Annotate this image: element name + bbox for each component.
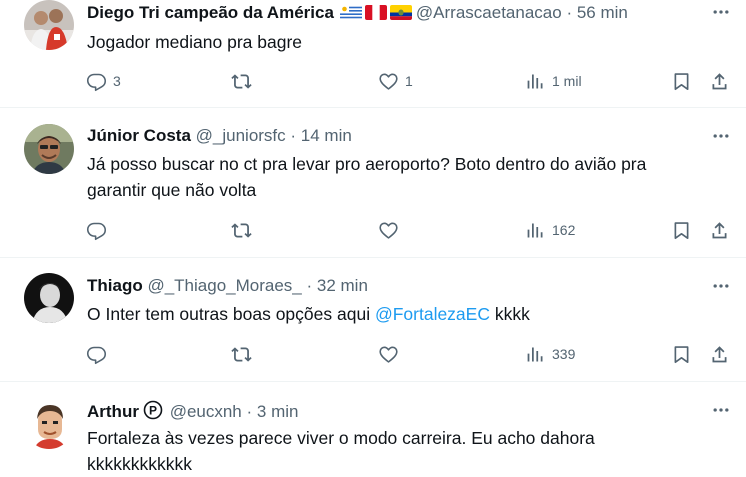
share-button[interactable] [709,218,730,242]
like-button[interactable]: 1 [378,69,413,93]
bookmark-icon [671,344,692,365]
premium-badge-icon: P [143,400,163,420]
tweet-text-segment: O Inter tem outras boas opções aqui [87,304,375,324]
mention-link[interactable]: @FortalezaEC [375,304,490,324]
tweet-text-segment: kkkk [489,304,530,324]
handle[interactable]: @_Thiago_Moraes_ [147,276,301,295]
tweet-header: Júnior Costa @_juniorsfc · 14 min [87,126,352,146]
peru-flag-icon [364,5,387,20]
retweet-icon [231,344,252,365]
handle[interactable]: @Arrascaetanacao [416,3,562,22]
like-icon [378,220,399,241]
like-count: 1 [405,73,413,89]
reply-tweet-2[interactable]: Júnior Costa @_juniorsfc · 14 min Já pos… [0,108,746,257]
more-icon[interactable] [709,126,733,146]
bookmark-icon [671,71,692,92]
timestamp[interactable]: 32 min [317,276,368,295]
flag-emojis [339,5,412,20]
reply-button[interactable]: 3 [86,69,121,93]
like-button[interactable] [378,342,399,366]
views-button[interactable]: 339 [525,342,575,366]
reply-icon [86,344,107,365]
reply-tweet-1[interactable]: Diego Tri campeão da América @Arrascaetan… [0,0,746,107]
share-icon [709,344,730,365]
tweet-text: O Inter tem outras boas opções aqui @For… [87,301,727,327]
tweet-text: Já posso buscar no ct pra levar pro aero… [87,151,727,203]
tweet-text: Jogador mediano pra bagre [87,32,303,52]
reply-tweet-4[interactable]: Arthur P @eucxnh · 3 min Fortaleza às vez… [0,382,746,475]
bookmark-icon [671,220,692,241]
more-icon[interactable] [709,400,733,420]
more-icon[interactable] [709,2,733,22]
reply-tweet-3[interactable]: Thiago @_Thiago_Moraes_ · 32 min O Inter… [0,258,746,381]
reply-button[interactable] [86,218,107,242]
action-bar: 339 [0,342,746,366]
like-icon [378,344,399,365]
views-icon [525,220,546,241]
avatar[interactable] [24,0,74,50]
share-button[interactable] [709,69,730,93]
bookmark-button[interactable] [671,342,692,366]
reply-icon [86,71,107,92]
tweet-header: Arthur P @eucxnh · 3 min [87,400,298,422]
retweet-button[interactable] [231,342,252,366]
tweet-header: Diego Tri campeão da América @Arrascaetan… [87,3,628,23]
retweet-button[interactable] [231,69,252,93]
ecuador-flag-icon [389,5,412,20]
reply-icon [86,220,107,241]
avatar[interactable] [24,399,74,449]
retweet-icon [231,71,252,92]
uruguay-flag-icon [339,5,362,20]
tweet-text-line: garantir que não volta [87,180,257,200]
views-button[interactable]: 1 mil [525,69,582,93]
timestamp[interactable]: 56 min [577,3,628,22]
retweet-button[interactable] [231,218,252,242]
timestamp[interactable]: 3 min [257,402,299,421]
handle[interactable]: @_juniorsfc [196,126,286,145]
views-button[interactable]: 162 [525,218,575,242]
more-icon[interactable] [709,276,733,296]
view-count: 1 mil [552,73,582,89]
reply-button[interactable] [86,342,107,366]
like-button[interactable] [378,218,399,242]
share-icon [709,220,730,241]
display-name[interactable]: Thiago [87,276,143,295]
bookmark-button[interactable] [671,69,692,93]
reply-count: 3 [113,73,121,89]
view-count: 162 [552,222,576,238]
share-button[interactable] [709,342,730,366]
share-icon [709,71,730,92]
like-icon [378,71,399,92]
view-count: 339 [552,346,576,362]
bookmark-button[interactable] [671,218,692,242]
display-name[interactable]: Júnior Costa [87,126,191,145]
tweet-text: Fortaleza às vezes parece viver o modo c… [87,425,727,477]
tweet-text-line: Fortaleza às vezes parece viver o modo c… [87,428,595,448]
action-bar: 162 [0,218,746,242]
display-name[interactable]: Diego Tri campeão da América [87,3,334,22]
premium-badge-letter: P [149,404,157,418]
timestamp[interactable]: 14 min [301,126,352,145]
handle[interactable]: @eucxnh [170,402,242,421]
display-name[interactable]: Arthur [87,402,139,421]
retweet-icon [231,220,252,241]
views-icon [525,71,546,92]
tweet-text-line: kkkkkkkkkkkk [87,454,192,474]
avatar[interactable] [24,124,74,174]
avatar[interactable] [24,273,74,323]
views-icon [525,344,546,365]
tweet-header: Thiago @_Thiago_Moraes_ · 32 min [87,276,368,296]
action-bar: 3 1 1 mil [0,69,746,93]
tweet-text-line: Já posso buscar no ct pra levar pro aero… [87,154,647,174]
